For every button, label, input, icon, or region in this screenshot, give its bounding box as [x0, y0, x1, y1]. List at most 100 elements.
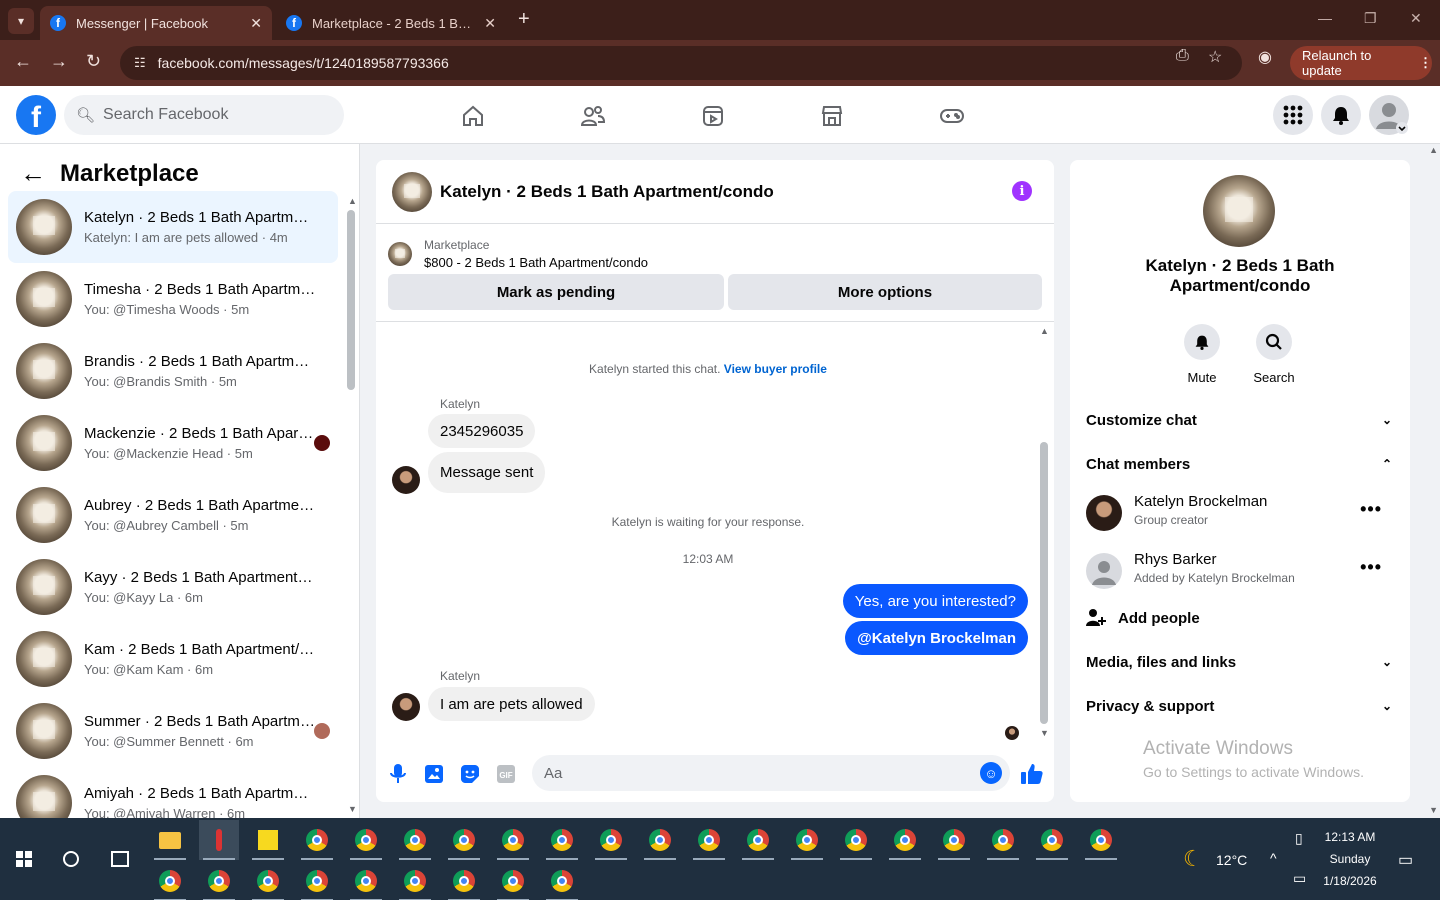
marketplace-icon[interactable]	[816, 100, 848, 132]
sender-avatar[interactable]	[392, 466, 420, 494]
sender-avatar[interactable]	[392, 693, 420, 721]
chrome-icon[interactable]	[640, 820, 680, 860]
customize-chat-row[interactable]: Customize chat ⌄	[1086, 408, 1394, 432]
chrome-icon[interactable]	[297, 820, 337, 860]
conversation-item[interactable]: Katelyn · 2 Beds 1 Bath Apartment/condo K…	[8, 191, 338, 263]
clock-day[interactable]: Sunday	[1318, 852, 1382, 866]
new-tab-button[interactable]: +	[518, 8, 530, 31]
conversation-item[interactable]: Amiyah · 2 Beds 1 Bath Apartment/condo Yo…	[8, 767, 338, 818]
forward-arrow-icon[interactable]: →	[50, 51, 68, 72]
window-close-button[interactable]: ✕	[1410, 10, 1422, 27]
back-arrow-icon[interactable]: ←	[20, 158, 46, 189]
sidebar-scrollbar[interactable]	[347, 210, 355, 390]
chrome-icon[interactable]	[542, 861, 582, 900]
chrome-icon[interactable]	[836, 820, 876, 860]
more-options-icon[interactable]: •••	[1360, 557, 1382, 578]
conversation-item[interactable]: Kam · 2 Beds 1 Bath Apartment/condo You: …	[8, 623, 338, 695]
chat-profile-avatar[interactable]	[1203, 175, 1275, 247]
member-item[interactable]: Katelyn Brockelman Group creator •••	[1086, 493, 1394, 533]
chrome-icon[interactable]	[983, 820, 1023, 860]
gif-icon[interactable]: GIF	[494, 762, 518, 786]
more-options-button[interactable]: More options	[728, 274, 1042, 310]
site-settings-icon[interactable]: ☷	[134, 55, 146, 71]
tab-close-icon[interactable]: ✕	[484, 15, 496, 32]
mark-as-pending-button[interactable]: Mark as pending	[388, 274, 724, 310]
menu-dots-icon[interactable]: ⋮	[1419, 55, 1432, 71]
back-arrow-icon[interactable]: ←	[14, 51, 32, 72]
chat-members-row[interactable]: Chat members ⌃	[1086, 452, 1394, 476]
chrome-icon[interactable]	[297, 861, 337, 900]
tab-messenger[interactable]: f Messenger | Facebook ✕	[40, 6, 272, 40]
home-icon[interactable]	[457, 100, 489, 132]
scroll-down-icon[interactable]: ▼	[1040, 728, 1049, 738]
listing-summary[interactable]: Marketplace $800 - 2 Beds 1 Bath Apartme…	[388, 234, 1042, 274]
chrome-icon[interactable]	[738, 820, 778, 860]
media-files-row[interactable]: Media, files and links ⌄	[1086, 650, 1394, 674]
chrome-icon[interactable]	[1032, 820, 1072, 860]
sticky-notes-icon[interactable]	[248, 820, 288, 860]
snipping-tool-icon[interactable]	[199, 820, 239, 860]
menu-grid-icon[interactable]	[1273, 95, 1313, 135]
incoming-message[interactable]: 2345296035	[428, 414, 536, 448]
thumbs-up-icon[interactable]	[1020, 762, 1044, 786]
clock-date[interactable]: 1/18/2026	[1318, 874, 1382, 888]
message-input[interactable]	[544, 764, 964, 782]
microphone-icon[interactable]	[386, 762, 410, 786]
tab-marketplace[interactable]: f Marketplace - 2 Beds 1 Bath Ap ✕	[276, 6, 506, 40]
emoji-icon[interactable]: ☺	[980, 762, 1002, 784]
chrome-icon[interactable]	[150, 861, 190, 900]
temperature[interactable]: 12°C	[1216, 852, 1247, 868]
chrome-icon[interactable]	[934, 820, 974, 860]
tab-close-icon[interactable]: ✕	[250, 15, 262, 32]
conversation-item[interactable]: Mackenzie · 2 Beds 1 Bath Apartment/cond…	[8, 407, 338, 479]
facebook-logo[interactable]: f	[16, 95, 56, 135]
search-action[interactable]: Search	[1244, 324, 1304, 385]
weather-moon-icon[interactable]: ☾	[1183, 846, 1203, 872]
conversation-item[interactable]: Aubrey · 2 Beds 1 Bath Apartment/condo Yo…	[8, 479, 338, 551]
page-scroll-up-icon[interactable]: ▲	[1429, 145, 1438, 155]
photo-icon[interactable]	[422, 762, 446, 786]
chrome-icon[interactable]	[493, 820, 533, 860]
chrome-icon[interactable]	[395, 820, 435, 860]
chrome-icon[interactable]	[248, 861, 288, 900]
file-explorer-icon[interactable]	[150, 820, 190, 860]
mute-action[interactable]: Mute	[1172, 324, 1232, 385]
profile-icon[interactable]: ◉	[1258, 47, 1272, 67]
member-avatar[interactable]	[1086, 495, 1122, 531]
incoming-message[interactable]: Message sent	[428, 452, 546, 493]
reload-icon[interactable]: ↻	[86, 51, 101, 72]
install-app-icon[interactable]: ⎙	[1176, 47, 1189, 65]
chat-avatar[interactable]	[392, 171, 432, 212]
gaming-icon[interactable]	[936, 100, 968, 132]
chat-scrollbar[interactable]	[1040, 442, 1048, 724]
sticker-icon[interactable]	[458, 762, 482, 786]
chrome-icon[interactable]	[395, 861, 435, 900]
scroll-up-icon[interactable]: ▲	[1040, 326, 1049, 336]
chrome-icon[interactable]	[493, 861, 533, 900]
member-item[interactable]: Rhys Barker Added by Katelyn Brockelman …	[1086, 551, 1394, 591]
chrome-icon[interactable]	[346, 861, 386, 900]
outgoing-message[interactable]: Yes, are you interested?	[842, 584, 1028, 618]
bookmark-star-icon[interactable]: ☆	[1208, 47, 1222, 67]
info-icon[interactable]: i	[1012, 181, 1032, 201]
more-options-icon[interactable]: •••	[1360, 499, 1382, 520]
scroll-down-icon[interactable]: ▼	[348, 804, 357, 814]
search-box[interactable]: 🔍︎	[64, 95, 344, 135]
message-input-box[interactable]: ☺	[532, 755, 1010, 791]
conversation-item[interactable]: Kayy · 2 Beds 1 Bath Apartment/condo You:…	[8, 551, 338, 623]
chrome-icon[interactable]	[885, 820, 925, 860]
tray-chevron-up-icon[interactable]: ^	[1270, 850, 1277, 866]
view-buyer-profile-link[interactable]: View buyer profile	[724, 362, 827, 376]
network-icon[interactable]: ▭	[1293, 870, 1306, 887]
chrome-icon[interactable]	[1081, 820, 1121, 860]
task-view-icon[interactable]	[111, 851, 129, 867]
conversation-item[interactable]: Brandis · 2 Beds 1 Bath Apartment/condo Y…	[8, 335, 338, 407]
tab-search-chevron-icon[interactable]: ▾	[8, 8, 34, 34]
video-icon[interactable]	[697, 100, 729, 132]
scroll-up-icon[interactable]: ▲	[348, 196, 357, 206]
chat-title[interactable]: Katelyn · 2 Beds 1 Bath Apartment/condo	[440, 182, 774, 202]
page-scroll-down-icon[interactable]: ▼	[1429, 805, 1438, 815]
windows-start-icon[interactable]	[16, 851, 32, 867]
incoming-message[interactable]: I am are pets allowed	[428, 687, 595, 721]
add-people-button[interactable]: Add people	[1086, 608, 1200, 628]
